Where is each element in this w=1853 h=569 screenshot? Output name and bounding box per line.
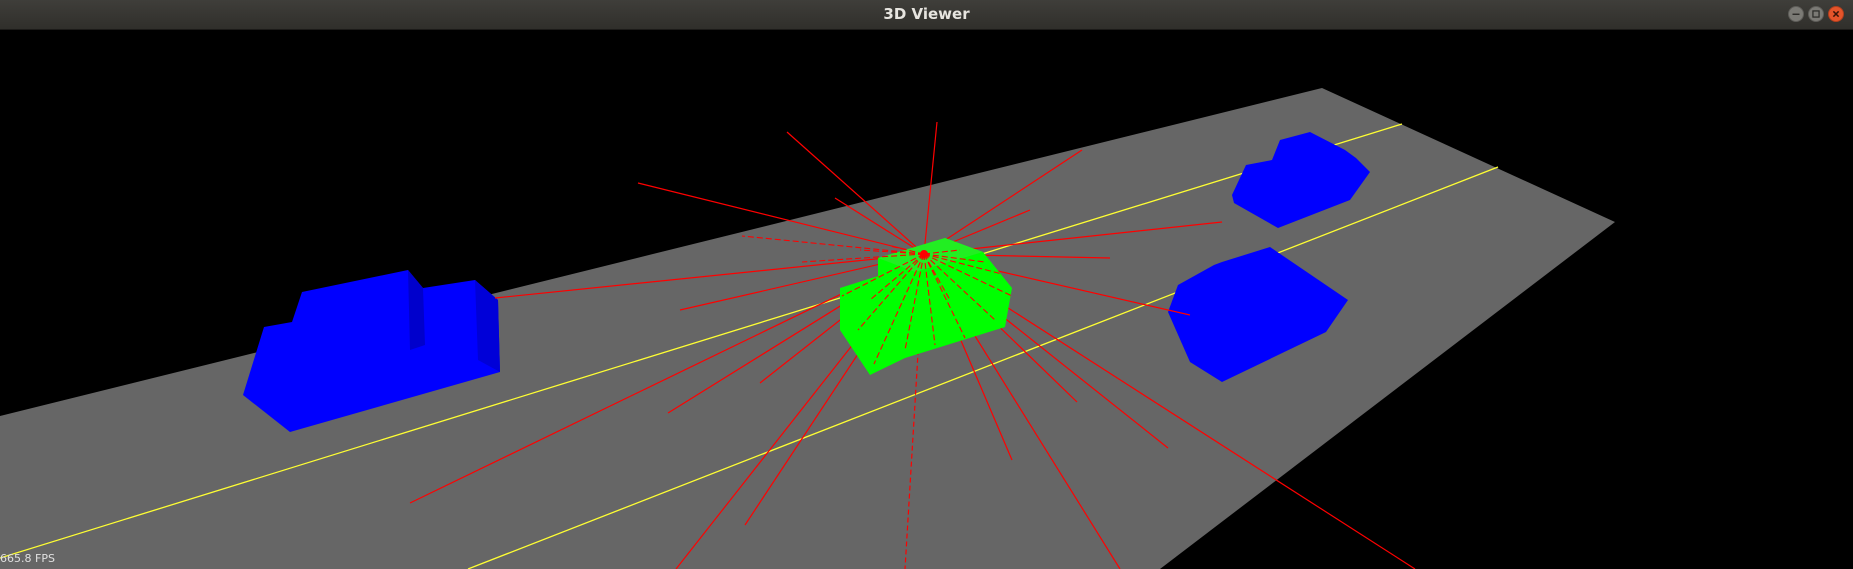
3d-viewport[interactable] — [0, 30, 1853, 569]
maximize-icon[interactable] — [1808, 6, 1824, 22]
fps-counter: 665.8 FPS — [0, 552, 55, 565]
close-icon[interactable] — [1828, 6, 1844, 22]
viewer-window: 3D Viewer 665.8 FPS — [0, 0, 1853, 569]
title-bar[interactable]: 3D Viewer — [0, 0, 1853, 30]
window-title: 3D Viewer — [883, 5, 970, 23]
sensor-origin — [920, 250, 928, 258]
minimize-icon[interactable] — [1788, 6, 1804, 22]
